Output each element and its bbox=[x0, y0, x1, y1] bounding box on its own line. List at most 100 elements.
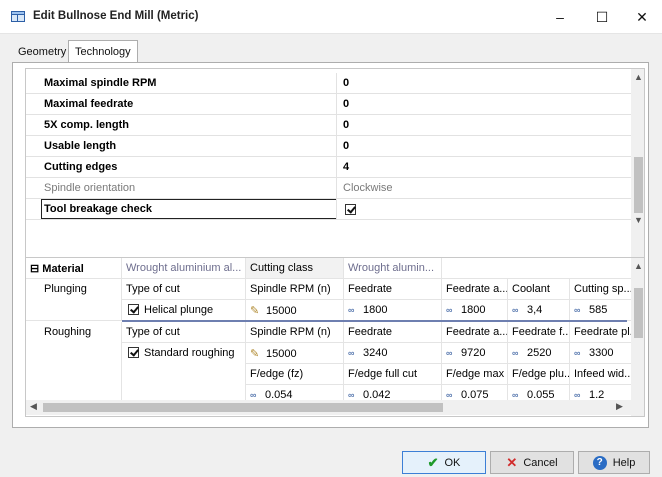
roughing-feedrate-f-cell[interactable]: ∞ 2520 bbox=[508, 343, 570, 364]
plunging-type-of-cut-value: Helical plunge bbox=[144, 304, 214, 316]
property-row-5x-comp-length[interactable]: 5X comp. length 0 bbox=[26, 115, 631, 136]
empty-cell bbox=[26, 300, 122, 321]
divider bbox=[336, 73, 337, 94]
tab-geometry[interactable]: Geometry bbox=[12, 43, 72, 62]
plunging-type-of-cut-cell[interactable]: Helical plunge bbox=[122, 300, 246, 321]
roughing-header-feedrate: Feedrate bbox=[344, 322, 442, 343]
maximize-button[interactable]: ☐ bbox=[582, 0, 622, 34]
property-value[interactable]: 0 bbox=[343, 98, 349, 110]
help-button[interactable]: ? Help bbox=[578, 451, 650, 474]
property-row-usable-length[interactable]: Usable length 0 bbox=[26, 136, 631, 157]
link-icon: ∞ bbox=[348, 305, 355, 315]
plunging-spindle-rpm-cell[interactable]: ✎ 15000 bbox=[246, 300, 344, 321]
grid-horizontal-scrollbar[interactable]: ◀ ▶ bbox=[26, 400, 631, 415]
divider bbox=[336, 115, 337, 136]
plunging-feedrate-cell[interactable]: ∞ 1800 bbox=[344, 300, 442, 321]
scroll-up-icon[interactable]: ▲ bbox=[634, 72, 643, 82]
helical-plunge-checkbox[interactable] bbox=[128, 304, 139, 315]
link-icon: ∞ bbox=[512, 348, 519, 358]
property-row-tool-breakage-check[interactable]: Tool breakage check bbox=[26, 199, 631, 220]
tool-breakage-checkbox[interactable] bbox=[345, 204, 356, 215]
technology-panel: Maximal spindle RPM 0 Maximal feedrate 0… bbox=[12, 62, 649, 428]
scroll-right-icon[interactable]: ▶ bbox=[616, 401, 623, 412]
link-icon: ∞ bbox=[348, 390, 355, 400]
property-value[interactable]: 0 bbox=[343, 140, 349, 152]
window-title: Edit Bullnose End Mill (Metric) bbox=[33, 10, 199, 22]
roughing-feedrate-a-cell[interactable]: ∞ 9720 bbox=[442, 343, 508, 364]
property-name: Maximal spindle RPM bbox=[44, 77, 157, 89]
plunging-cutting-speed-cell[interactable]: ∞ 585 bbox=[570, 300, 631, 321]
property-value[interactable]: 0 bbox=[343, 77, 349, 89]
cutting-class-label: Cutting class bbox=[246, 258, 344, 279]
roughing-header-fedge-fz: F/edge (fz) bbox=[246, 364, 344, 385]
divider bbox=[336, 199, 337, 220]
link-icon: ∞ bbox=[446, 348, 453, 358]
tab-geometry-label: Geometry bbox=[18, 46, 67, 58]
roughing-feedrate-pl-value: 3300 bbox=[589, 347, 614, 359]
minimize-icon: – bbox=[556, 9, 564, 25]
cancel-button[interactable]: ✕ Cancel bbox=[490, 451, 574, 474]
grid-vertical-scrollbar[interactable]: ▲ bbox=[631, 258, 644, 416]
plunging-coolant-value: 3,4 bbox=[527, 304, 543, 316]
property-value[interactable]: 0 bbox=[343, 119, 349, 131]
plunging-coolant-cell[interactable]: ∞ 3,4 bbox=[508, 300, 570, 321]
standard-roughing-checkbox[interactable] bbox=[128, 347, 139, 358]
roughing-feedrate-a-value: 9720 bbox=[461, 347, 486, 359]
link-icon: ∞ bbox=[348, 348, 355, 358]
tab-technology-label: Technology bbox=[75, 46, 131, 58]
roughing-header-fedge-plu: F/edge plu... bbox=[508, 364, 570, 385]
roughing-label: Roughing bbox=[26, 322, 122, 343]
ok-button-label: OK bbox=[444, 456, 461, 469]
empty-cell bbox=[26, 364, 122, 385]
cutting-class-value[interactable]: Wrought alumin... bbox=[344, 258, 442, 279]
checkmark-icon: ✔ bbox=[427, 454, 439, 470]
property-name: Maximal feedrate bbox=[44, 98, 134, 110]
empty-cell bbox=[122, 364, 246, 385]
help-icon: ? bbox=[592, 455, 607, 470]
scroll-left-icon[interactable]: ◀ bbox=[30, 401, 37, 412]
roughing-feedrate-value: 3240 bbox=[363, 347, 388, 359]
scrollbar-thumb[interactable] bbox=[634, 288, 643, 338]
material-value[interactable]: Wrought aluminium al... bbox=[122, 258, 246, 279]
empty-cell bbox=[26, 343, 122, 364]
maximize-icon: ☐ bbox=[595, 8, 609, 25]
property-row-cutting-edges[interactable]: Cutting edges 4 bbox=[26, 157, 631, 178]
scroll-down-icon[interactable]: ▼ bbox=[634, 215, 643, 225]
cancel-button-label: Cancel bbox=[523, 456, 558, 469]
material-label: Material bbox=[42, 263, 84, 275]
roughing-header-feedrate-a: Feedrate a... bbox=[442, 322, 508, 343]
material-header[interactable]: ⊟ Material bbox=[26, 258, 122, 279]
minimize-button[interactable]: – bbox=[540, 0, 580, 34]
roughing-feedrate-pl-cell[interactable]: ∞ 3300 bbox=[570, 343, 631, 364]
plunging-header-coolant: Coolant bbox=[508, 279, 570, 300]
plunging-label: Plunging bbox=[26, 279, 122, 300]
property-value[interactable]: 4 bbox=[343, 161, 349, 173]
tab-technology[interactable]: Technology bbox=[68, 40, 138, 63]
scrollbar-thumb[interactable] bbox=[43, 403, 443, 412]
scroll-up-icon[interactable]: ▲ bbox=[634, 261, 643, 271]
link-icon: ∞ bbox=[512, 305, 519, 315]
ok-button[interactable]: ✔ OK bbox=[402, 451, 486, 474]
roughing-feedrate-cell[interactable]: ∞ 3240 bbox=[344, 343, 442, 364]
divider bbox=[336, 136, 337, 157]
plunging-feedrate-a-value: 1800 bbox=[461, 304, 486, 316]
roughing-spindle-rpm-cell[interactable]: ✎ 15000 bbox=[246, 343, 344, 364]
divider bbox=[336, 157, 337, 178]
collapse-icon[interactable]: ⊟ bbox=[30, 263, 39, 275]
roughing-type-of-cut-cell[interactable]: Standard roughing bbox=[122, 343, 246, 364]
plunging-header-cutting-speed: Cutting sp... bbox=[570, 279, 631, 300]
plunging-feedrate-a-cell[interactable]: ∞ 1800 bbox=[442, 300, 508, 321]
link-icon: ∞ bbox=[446, 390, 453, 400]
scrollbar-thumb[interactable] bbox=[634, 157, 643, 213]
app-icon bbox=[11, 11, 25, 22]
plunging-spindle-rpm-value: 15000 bbox=[266, 305, 297, 317]
close-button[interactable]: ✕ bbox=[622, 0, 662, 34]
machining-grid: ⊟ Material Wrought aluminium al... Cutti… bbox=[25, 257, 645, 417]
link-icon: ∞ bbox=[250, 390, 257, 400]
property-row-max-feedrate[interactable]: Maximal feedrate 0 bbox=[26, 94, 631, 115]
link-icon: ∞ bbox=[574, 390, 581, 400]
roughing-header-infeed-width: Infeed wid... bbox=[570, 364, 631, 385]
cancel-icon: ✕ bbox=[506, 454, 518, 470]
roughing-type-of-cut-value: Standard roughing bbox=[144, 347, 235, 359]
property-row-max-spindle-rpm[interactable]: Maximal spindle RPM 0 bbox=[26, 73, 631, 94]
